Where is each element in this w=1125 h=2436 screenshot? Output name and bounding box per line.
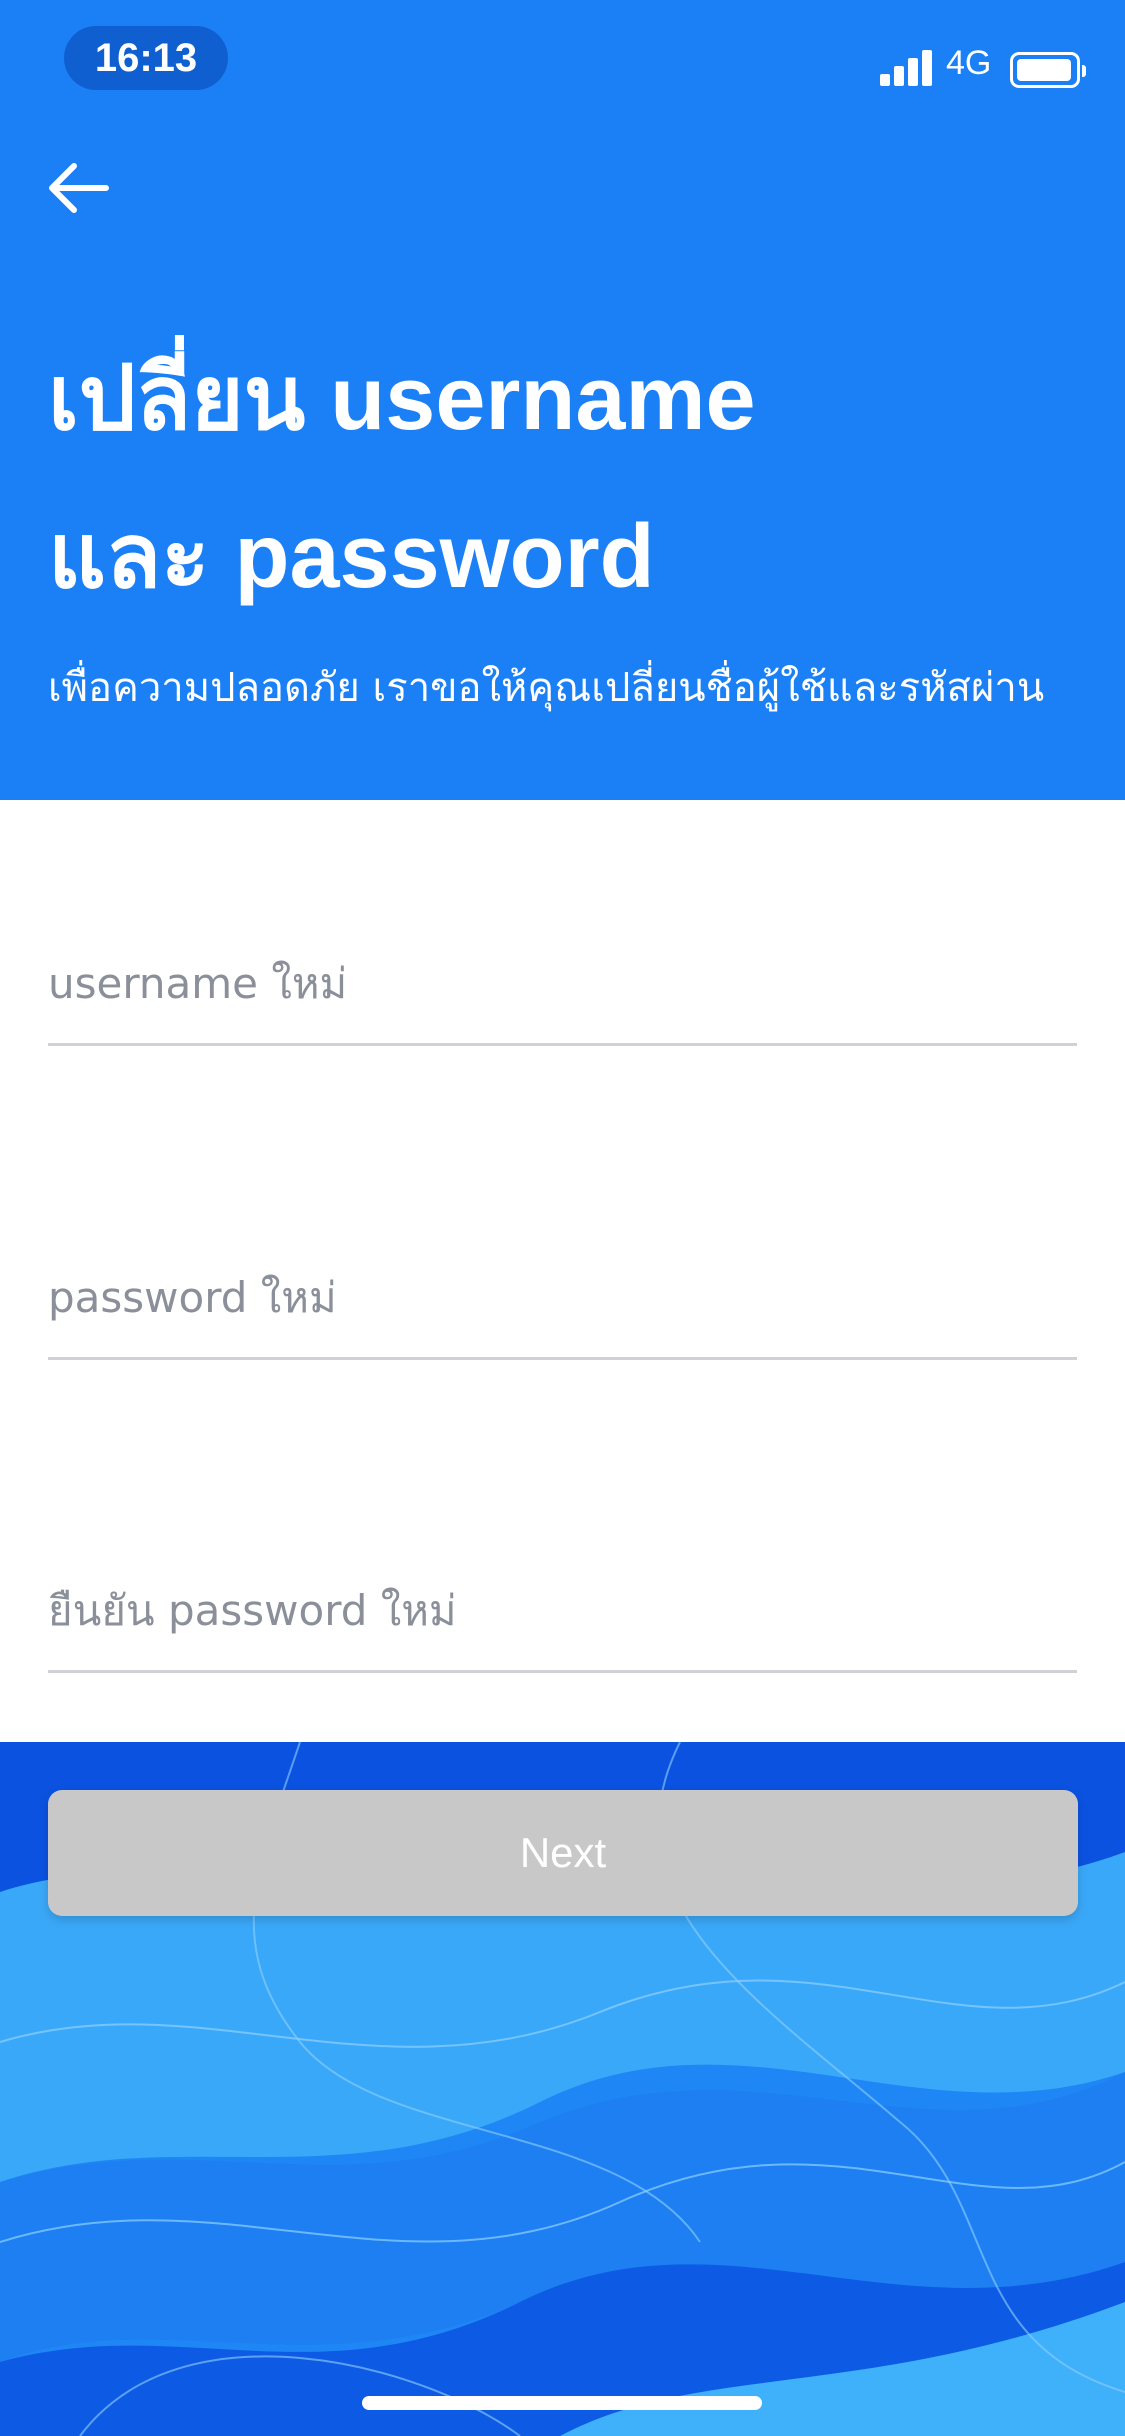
new-password-input[interactable] (48, 1252, 1077, 1342)
input-underline (48, 1670, 1077, 1673)
home-indicator[interactable] (362, 2396, 762, 2410)
confirm-password-input[interactable] (48, 1565, 1077, 1655)
page-title: เปลี่ยน username และ password (48, 320, 1078, 636)
next-button[interactable]: Next (48, 1790, 1078, 1916)
status-bar: 16:13 4G (0, 0, 1125, 120)
form-panel (0, 800, 1125, 1742)
input-underline (48, 1357, 1077, 1360)
title-line-2: และ password (48, 507, 655, 607)
new-username-field-wrapper (48, 938, 1077, 1046)
new-password-field-wrapper (48, 1252, 1077, 1360)
status-time: 16:13 (64, 26, 228, 90)
new-username-input[interactable] (48, 938, 1077, 1028)
confirm-password-field-wrapper (48, 1565, 1077, 1673)
signal-icon (880, 48, 936, 86)
network-label: 4G (946, 44, 992, 82)
page-subtitle: เพื่อความปลอดภัย เราขอให้คุณเปลี่ยนชื่อผ… (48, 665, 1045, 711)
back-arrow-icon[interactable] (44, 158, 114, 218)
battery-icon (1010, 52, 1086, 88)
header: 16:13 4G เปลี่ยน username และ password เ… (0, 0, 1125, 800)
input-underline (48, 1043, 1077, 1046)
title-line-1: เปลี่ยน username (48, 349, 756, 449)
